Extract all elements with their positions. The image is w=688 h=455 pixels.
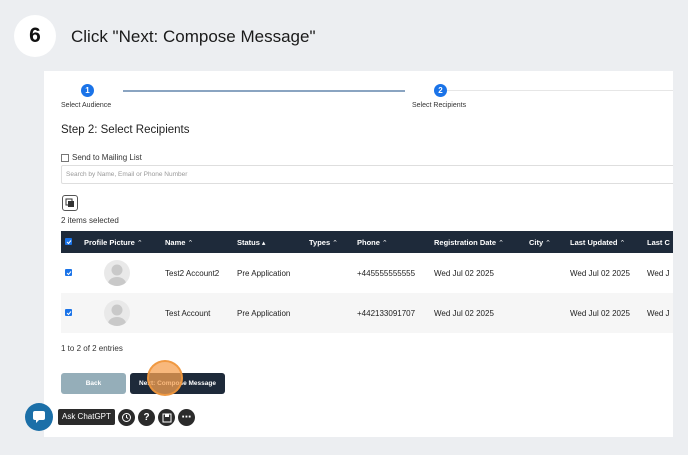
sort-asc-icon: ▴ [261,239,266,247]
column-header-status[interactable]: Status ▴ [233,231,305,253]
search-input[interactable]: Search by Name, Email or Phone Number [61,165,673,184]
history-icon[interactable] [118,409,135,426]
check-icon [66,239,71,244]
app-screenshot: 1 Select Audience 2 Select Recipients St… [44,71,673,437]
column-header-registration-date[interactable]: Registration Date ⌃ [430,231,525,253]
pagination-info: 1 to 2 of 2 entries [61,344,123,353]
recipients-table: Profile Picture ⌃ Name ⌃ Status ▴ Types ⌃ Ph… [61,231,673,333]
sort-icon: ⌃ [545,239,552,247]
cell-status: Pre Application [233,293,305,333]
sort-icon: ⌃ [136,239,143,247]
selected-count: 2 items selected [61,216,119,225]
user-placeholder-icon [108,264,126,286]
progress-line-completed [123,90,405,92]
mailing-list-checkbox[interactable] [61,153,69,162]
back-button[interactable]: Back [61,373,126,394]
chat-button[interactable] [25,403,53,431]
cell-phone: +445555555555 [357,268,416,278]
wizard-step-2-label: Select Recipients [412,102,467,109]
select-all-cell[interactable] [61,231,80,253]
avatar [104,300,130,326]
copy-icon [65,198,74,207]
row-checkbox[interactable] [65,269,72,276]
mailing-list-label: Send to Mailing List [72,153,142,162]
copy-button[interactable] [62,195,78,211]
cell-last-updated: Wed Jul 02 2025 [566,293,643,333]
table-row[interactable]: Test2 Account2 Pre Application +44555555… [61,253,673,293]
help-icon[interactable]: ? [138,409,155,426]
cell-city [525,253,566,293]
column-header-profile-picture[interactable]: Profile Picture ⌃ [80,231,161,253]
cell-registration-date: Wed Jul 02 2025 [434,268,494,278]
wizard-step-1-label: Select Audience [61,102,112,109]
check-icon [66,270,71,275]
more-icon[interactable]: ⋯ [178,409,195,426]
table-row[interactable]: Test Account Pre Application +4421330917… [61,293,673,333]
check-icon [66,310,71,315]
cell-phone: +442133091707 [353,293,430,333]
section-title: Step 2: Select Recipients [61,124,190,136]
cell-name: Test2 Account2 [165,268,220,278]
wizard-step-2-dot[interactable]: 2 [434,84,447,97]
cell-last-updated: Wed Jul 02 2025 [570,268,630,278]
mailing-list-option[interactable]: Send to Mailing List [61,153,142,162]
step-instruction: Click "Next: Compose Message" [71,27,316,46]
cell-city [525,293,566,333]
chat-bubble-icon [33,411,45,423]
cell-last-c: Wed J [643,293,673,333]
sort-icon: ⌃ [498,239,504,247]
cell-types [305,253,353,293]
column-header-types[interactable]: Types ⌃ [305,231,353,253]
select-all-checkbox[interactable] [65,238,72,245]
save-icon[interactable] [158,409,175,426]
cell-name: Test Account [161,293,233,333]
column-header-phone[interactable]: Phone ⌃ [353,231,430,253]
avatar [104,260,130,286]
column-header-last-updated[interactable]: Last Updated ⌃ [566,231,643,253]
sort-icon: ⌃ [187,239,194,247]
next-compose-message-button[interactable]: Next: Compose Message [130,373,225,394]
column-header-name[interactable]: Name ⌃ [161,231,233,253]
cell-registration-date: Wed Jul 02 2025 [430,293,525,333]
step-number-badge: 6 [14,15,56,57]
column-header-city[interactable]: City ⌃ [525,231,566,253]
ask-chatgpt-button[interactable]: Ask ChatGPT [58,409,115,425]
wizard-step-1-dot[interactable]: 1 [81,84,94,97]
column-header-last-c[interactable]: Last C [643,231,673,253]
cell-types [305,293,353,333]
progress-line-remaining [447,90,673,91]
cell-last-c: Wed J [647,268,670,278]
row-checkbox[interactable] [65,309,72,316]
sort-icon: ⌃ [619,239,626,247]
cell-status: Pre Application [237,268,291,278]
sort-icon: ⌃ [381,239,388,247]
sort-icon: ⌃ [332,239,338,247]
user-placeholder-icon [108,304,126,326]
table-header-row: Profile Picture ⌃ Name ⌃ Status ▴ Types ⌃ Ph… [61,231,673,253]
